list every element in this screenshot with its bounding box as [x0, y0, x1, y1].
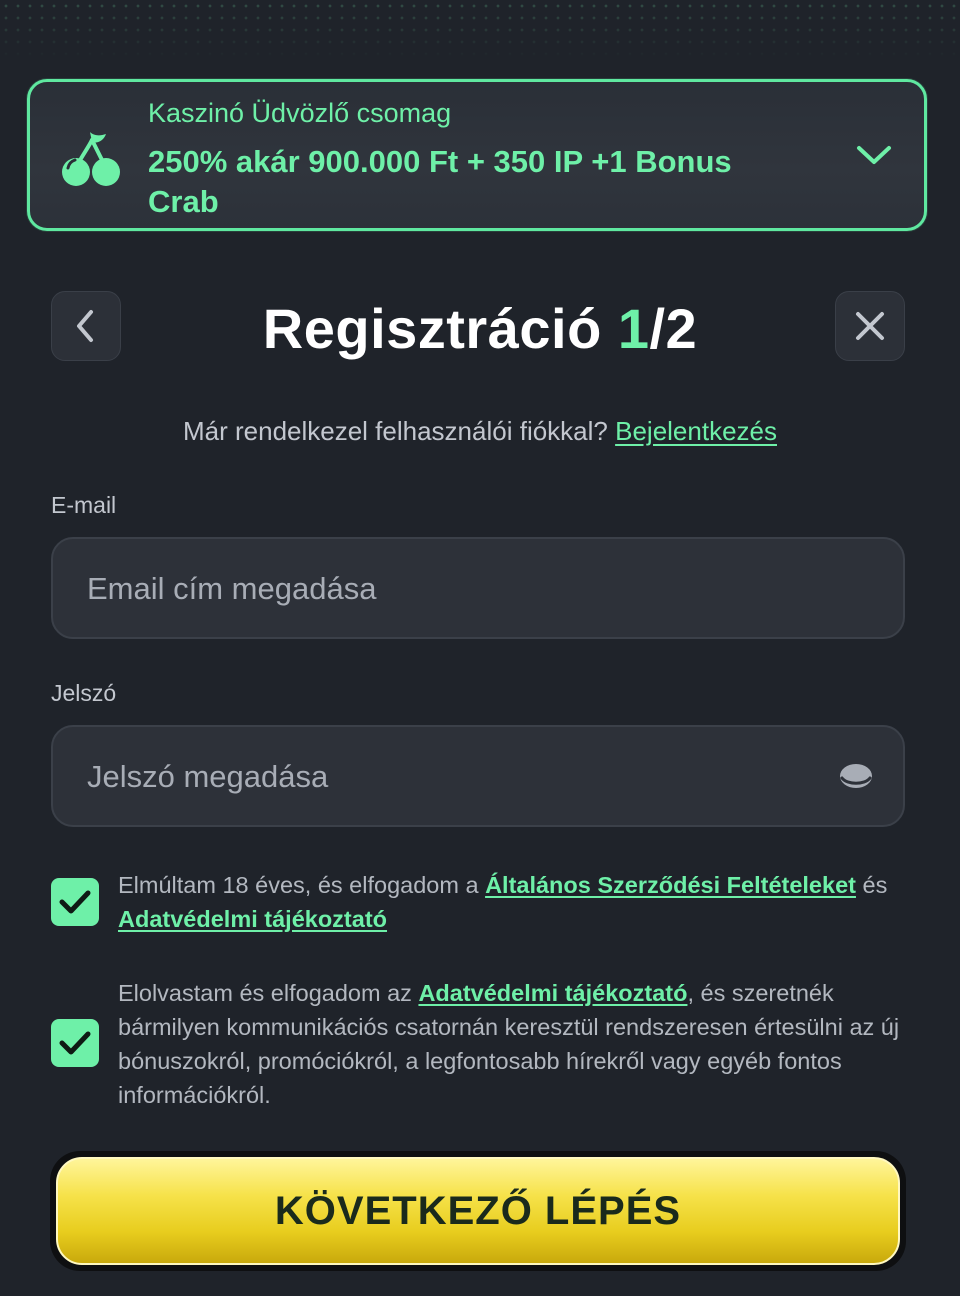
email-label: E-mail	[51, 492, 117, 518]
next-step-button-frame: KÖVETKEZŐ LÉPÉS	[50, 1151, 906, 1271]
close-button[interactable]	[835, 291, 905, 361]
consent-text: Elolvastam és elfogadom az	[118, 980, 419, 1006]
marketing-consent-checkbox[interactable]	[51, 1019, 99, 1067]
consent-text: Elmúltam 18 éves, és elfogadom a	[118, 872, 486, 898]
checkmark-icon	[59, 1031, 91, 1055]
chevron-down-icon[interactable]	[854, 140, 894, 170]
email-field-container	[51, 537, 905, 639]
login-link[interactable]: Bejelentkezés	[615, 416, 777, 446]
promo-subtitle: Kaszinó Üdvözlő csomag	[148, 98, 452, 128]
background-pattern	[0, 0, 960, 60]
marketing-consent-text: Elolvastam és elfogadom az Adatvédelmi t…	[118, 976, 908, 1112]
welcome-package-banner[interactable]: Kaszinó Üdvözlő csomag 250% akár 900.000…	[27, 79, 927, 231]
privacy-link[interactable]: Adatvédelmi tájékoztató	[118, 906, 387, 932]
terms-link[interactable]: Általános Szerződési Feltételeket	[485, 872, 856, 898]
promo-title: 250% akár 900.000 Ft + 350 IP +1 Bonus C…	[148, 144, 732, 219]
password-label: Jelszó	[51, 680, 117, 706]
checkmark-icon	[59, 890, 91, 914]
close-icon	[856, 312, 884, 340]
step-total: /2	[649, 297, 698, 360]
login-prompt-text: Már rendelkezel felhasználói fiókkal?	[182, 416, 608, 446]
age-terms-consent-text: Elmúltam 18 éves, és elfogadom a Általán…	[118, 868, 908, 936]
privacy-link[interactable]: Adatvédelmi tájékoztató	[418, 980, 687, 1006]
page-title-text: Regisztráció	[262, 297, 602, 360]
age-terms-checkbox[interactable]	[51, 878, 99, 926]
login-prompt: Már rendelkezel felhasználói fiókkal? Be…	[0, 416, 960, 447]
password-field-container	[51, 725, 905, 827]
password-field[interactable]	[85, 727, 829, 827]
next-step-button[interactable]: KÖVETKEZŐ LÉPÉS	[56, 1157, 900, 1265]
cherry-icon	[62, 132, 120, 186]
step-current: 1	[617, 297, 650, 360]
eye-icon[interactable]	[839, 761, 873, 791]
email-field[interactable]	[85, 539, 829, 639]
consent-text: és	[855, 872, 888, 898]
page-title: Regisztráció 1/2	[0, 296, 960, 361]
